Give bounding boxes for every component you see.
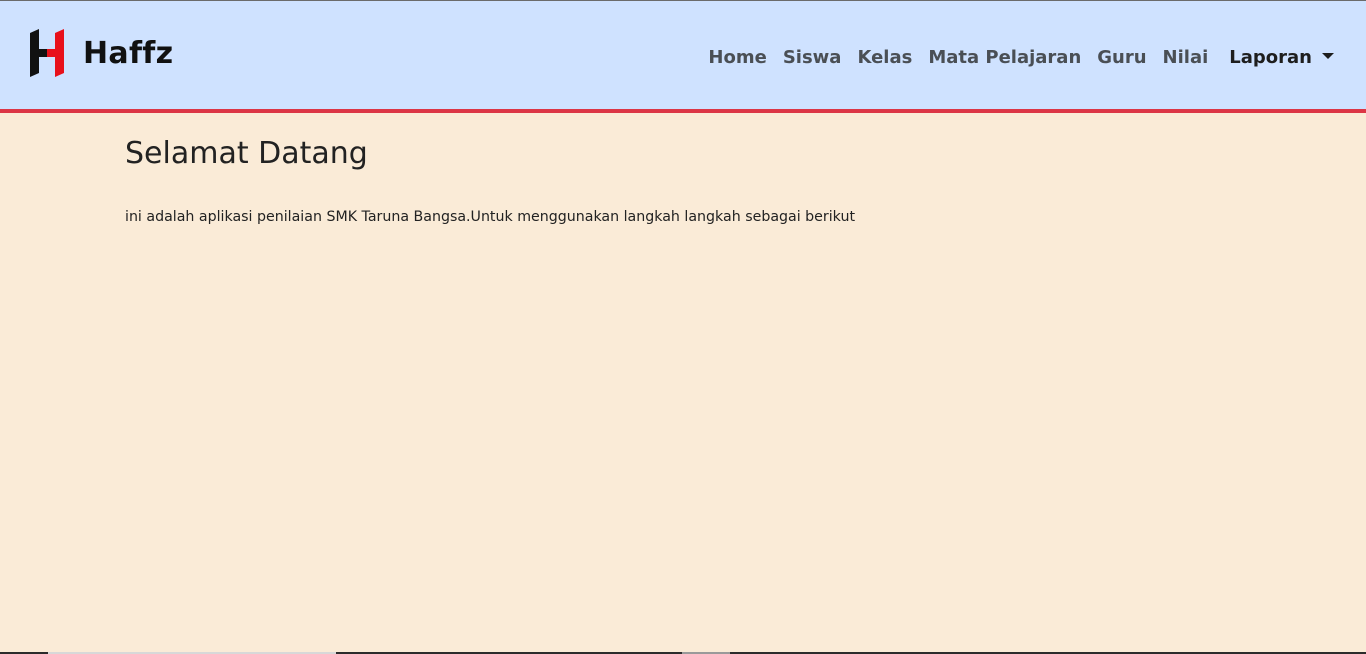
- nav-link-home[interactable]: Home: [700, 45, 774, 70]
- nav-item-siswa: Siswa: [775, 45, 850, 70]
- nav-link-nilai[interactable]: Nilai: [1155, 45, 1217, 70]
- navbar: Haffz Home Siswa Kelas Mata Pelajaran Gu…: [0, 1, 1366, 113]
- nav-item-home: Home: [700, 45, 774, 70]
- nav-item-mata-pelajaran: Mata Pelajaran: [920, 45, 1089, 70]
- nav-dropdown-label: Laporan: [1229, 47, 1312, 68]
- brand-link[interactable]: Haffz: [28, 29, 173, 77]
- page-title: Selamat Datang: [125, 136, 368, 171]
- nav-link-guru[interactable]: Guru: [1089, 45, 1154, 70]
- caret-down-icon: [1322, 52, 1334, 59]
- nav-item-nilai: Nilai: [1155, 45, 1217, 70]
- nav-item-guru: Guru: [1089, 45, 1154, 70]
- nav-link-siswa[interactable]: Siswa: [775, 45, 850, 70]
- nav-link-mata-pelajaran[interactable]: Mata Pelajaran: [920, 45, 1089, 70]
- brand-name: Haffz: [83, 35, 174, 71]
- main-nav: Home Siswa Kelas Mata Pelajaran Guru Nil…: [700, 45, 1342, 70]
- nav-item-laporan: Laporan: [1216, 45, 1342, 70]
- main-content: Selamat Datang ini adalah aplikasi penil…: [125, 136, 1225, 228]
- nav-item-kelas: Kelas: [849, 45, 920, 70]
- intro-text: ini adalah aplikasi penilaian SMK Taruna…: [125, 209, 856, 225]
- brand-logo-icon: [30, 29, 64, 77]
- nav-link-kelas[interactable]: Kelas: [849, 45, 920, 70]
- nav-dropdown-laporan[interactable]: Laporan: [1221, 45, 1342, 70]
